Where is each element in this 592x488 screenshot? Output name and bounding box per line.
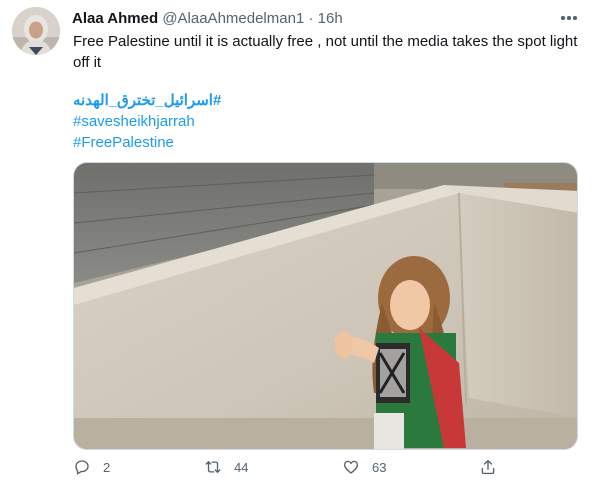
share-icon — [481, 459, 495, 475]
more-options-icon[interactable] — [558, 9, 580, 27]
author-name[interactable]: Alaa Ahmed — [72, 10, 158, 27]
reply-count: 2 — [103, 459, 111, 475]
like-count: 63 — [372, 459, 387, 475]
reply-icon — [75, 460, 89, 475]
tweet-header: Alaa Ahmed @AlaaAhmedelman1 · 16h — [72, 9, 343, 29]
retweet-icon — [205, 461, 221, 473]
tweet[interactable]: Alaa Ahmed @AlaaAhmedelman1 · 16h Free P… — [0, 0, 592, 488]
avatar[interactable] — [12, 7, 60, 55]
reply-button[interactable]: 2 — [73, 458, 110, 476]
retweet-button[interactable]: 44 — [204, 458, 248, 476]
author-handle[interactable]: @AlaaAhmedelman1 — [162, 10, 304, 27]
avatar-image — [12, 7, 60, 55]
tweet-text: Free Palestine until it is actually free… — [73, 33, 578, 71]
heart-icon — [343, 460, 359, 474]
tweet-actions: 2 44 63 — [73, 458, 578, 480]
hashtag-list: #اسرائيل_تخترق_الهدنه #savesheikhjarrah … — [73, 90, 583, 153]
photo-image — [74, 163, 577, 449]
hashtag-link[interactable]: #اسرائيل_تخترق_الهدنه — [73, 90, 583, 111]
share-button[interactable] — [479, 458, 497, 476]
timestamp[interactable]: 16h — [318, 10, 343, 27]
hashtag-link[interactable]: #savesheikhjarrah — [73, 111, 583, 132]
separator-dot: · — [308, 10, 314, 27]
like-button[interactable]: 63 — [342, 458, 386, 476]
tweet-photo[interactable] — [73, 162, 578, 450]
retweet-count: 44 — [234, 459, 249, 475]
hashtag-link[interactable]: #FreePalestine — [73, 132, 583, 153]
